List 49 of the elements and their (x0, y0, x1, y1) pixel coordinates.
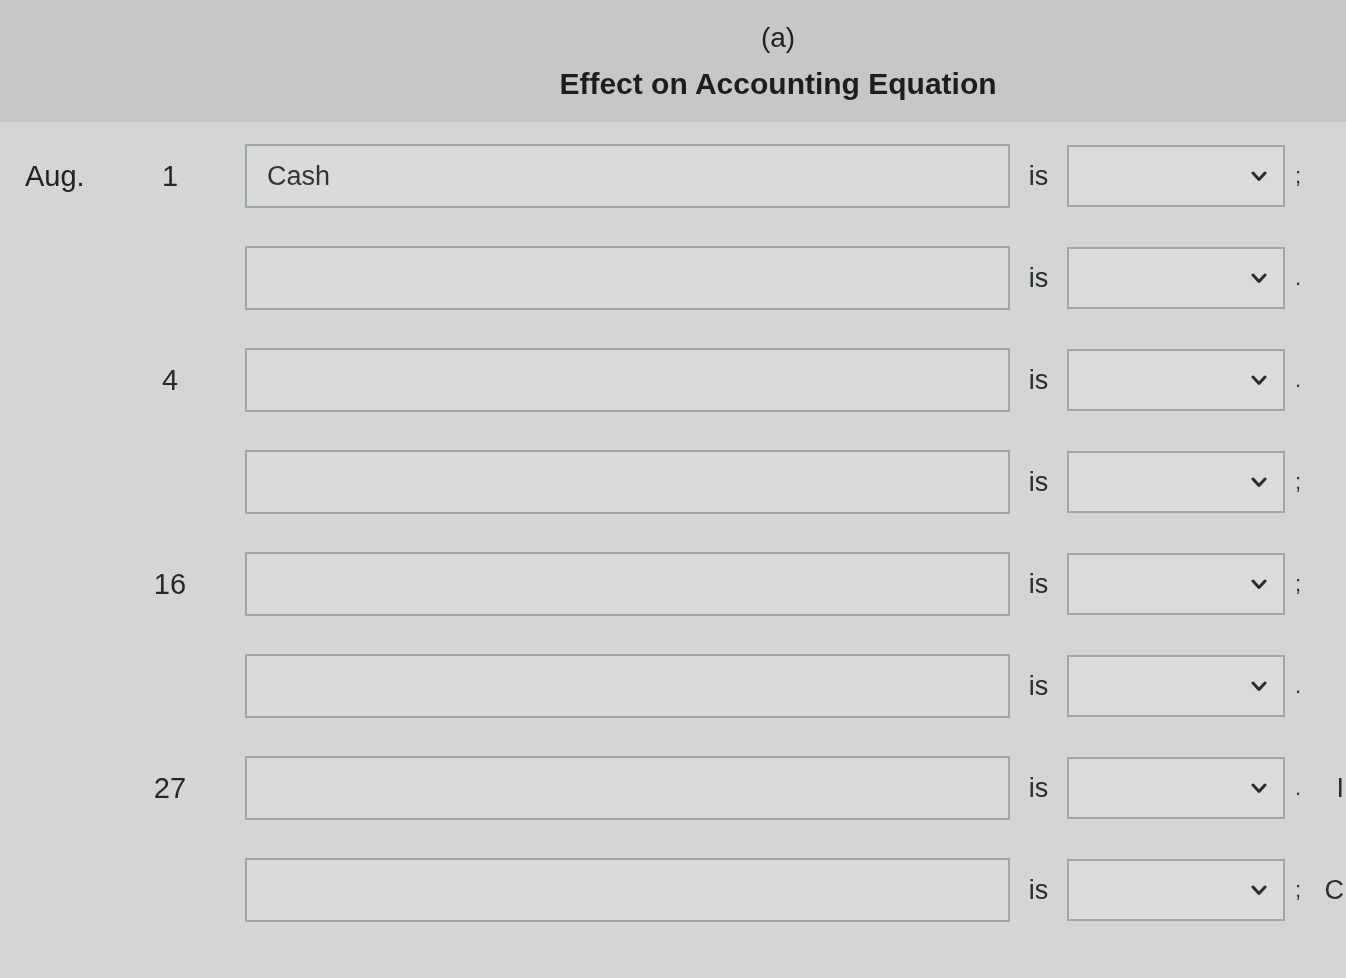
dropdown-field[interactable] (1067, 757, 1285, 819)
input-field[interactable] (245, 348, 1010, 412)
verb-text: is (1028, 262, 1049, 294)
verb-text: is (1028, 670, 1049, 702)
punctuation-text: ; (1295, 469, 1302, 495)
input-field[interactable] (245, 246, 1010, 310)
input-field[interactable] (245, 552, 1010, 616)
cut-off-text: I (1336, 772, 1344, 804)
punctuation-text: . (1295, 367, 1302, 393)
day-label: 1 (161, 159, 179, 193)
dropdown-field[interactable] (1067, 247, 1285, 309)
dropdown-field[interactable] (1067, 553, 1285, 615)
month-label: Aug. (25, 159, 86, 193)
chevron-down-icon (1251, 272, 1267, 284)
punctuation-text: ; (1295, 571, 1302, 597)
punctuation-text: ; (1295, 877, 1302, 903)
day-label: 27 (153, 771, 187, 805)
chevron-down-icon (1251, 170, 1267, 182)
verb-text: is (1028, 568, 1049, 600)
punctuation-text: ; (1295, 163, 1302, 189)
dropdown-field[interactable] (1067, 655, 1285, 717)
section-title: Effect on Accounting Equation (559, 66, 997, 102)
dropdown-field[interactable] (1067, 349, 1285, 411)
cut-off-text: C (1324, 874, 1344, 906)
punctuation-text: . (1295, 673, 1302, 699)
input-field[interactable] (245, 450, 1010, 514)
verb-text: is (1028, 874, 1049, 906)
chevron-down-icon (1251, 884, 1267, 896)
verb-text: is (1028, 466, 1049, 498)
punctuation-text: . (1295, 265, 1302, 291)
verb-text: is (1028, 364, 1049, 396)
chevron-down-icon (1251, 374, 1267, 386)
input-field[interactable] (245, 858, 1010, 922)
chevron-down-icon (1251, 680, 1267, 692)
dropdown-field[interactable] (1067, 859, 1285, 921)
verb-text: is (1028, 160, 1049, 192)
verb-text: is (1028, 772, 1049, 804)
chevron-down-icon (1251, 578, 1267, 590)
dropdown-field[interactable] (1067, 145, 1285, 207)
input-field[interactable] (245, 654, 1010, 718)
chevron-down-icon (1251, 782, 1267, 794)
day-label: 4 (161, 363, 179, 397)
chevron-down-icon (1251, 476, 1267, 488)
punctuation-text: . (1295, 775, 1302, 801)
part-label: (a) (760, 21, 796, 55)
dropdown-field[interactable] (1067, 451, 1285, 513)
input-field[interactable] (245, 756, 1010, 820)
input-field[interactable]: Cash (245, 144, 1010, 208)
day-label: 16 (153, 567, 187, 601)
